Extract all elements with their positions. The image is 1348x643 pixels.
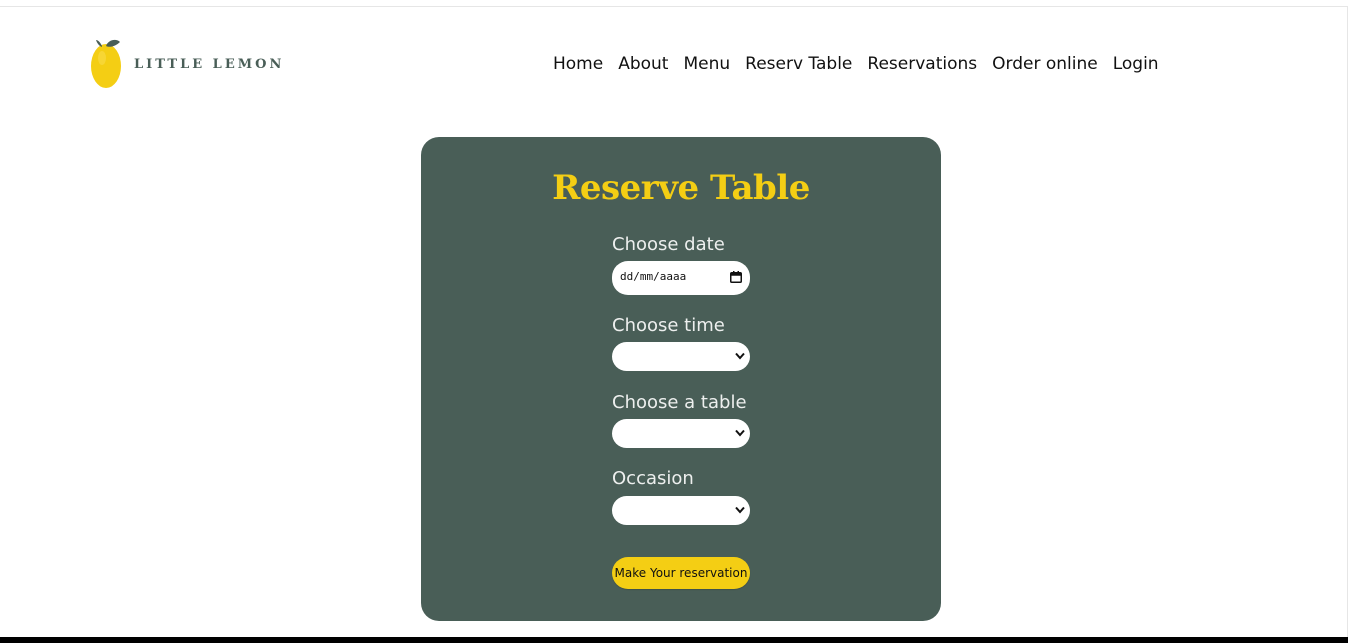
page: LITTLE LEMON Home About Menu Reserv Tabl… — [0, 0, 1348, 643]
date-input[interactable]: dd/mm/aaaa — [612, 261, 750, 295]
nav-item-about[interactable]: About — [618, 52, 668, 76]
chevron-down-icon — [735, 352, 745, 360]
make-reservation-button[interactable]: Make Your reservation — [612, 557, 750, 589]
nav-item-reservations[interactable]: Reservations — [867, 52, 977, 76]
chevron-down-icon — [735, 429, 745, 437]
occasion-label: Occasion — [612, 468, 694, 489]
date-input-value: dd/mm/aaaa — [620, 270, 687, 283]
time-select[interactable] — [612, 342, 750, 371]
calendar-icon[interactable] — [730, 271, 742, 283]
top-divider — [0, 6, 1348, 7]
nav-item-menu[interactable]: Menu — [683, 52, 730, 76]
nav-item-login[interactable]: Login — [1113, 52, 1159, 76]
logo-text: LITTLE LEMON — [134, 56, 285, 72]
chevron-down-icon — [735, 506, 745, 514]
date-label: Choose date — [612, 234, 725, 255]
nav-item-reserv-table[interactable]: Reserv Table — [745, 52, 852, 76]
occasion-select[interactable] — [612, 496, 750, 525]
form-title: Reserve Table — [552, 168, 810, 208]
table-label: Choose a table — [612, 392, 747, 413]
logo-link[interactable]: LITTLE LEMON — [90, 38, 284, 90]
lemon-icon — [91, 39, 121, 88]
nav-item-home[interactable]: Home — [553, 52, 603, 76]
nav-item-order-online[interactable]: Order online — [992, 52, 1098, 76]
time-label: Choose time — [612, 315, 725, 336]
table-select[interactable] — [612, 419, 750, 448]
main-nav: Home About Menu Reserv Table Reservation… — [553, 52, 1159, 76]
reservation-form: Reserve Table Choose date dd/mm/aaaa Cho… — [421, 137, 941, 621]
bottom-bar — [0, 637, 1348, 643]
